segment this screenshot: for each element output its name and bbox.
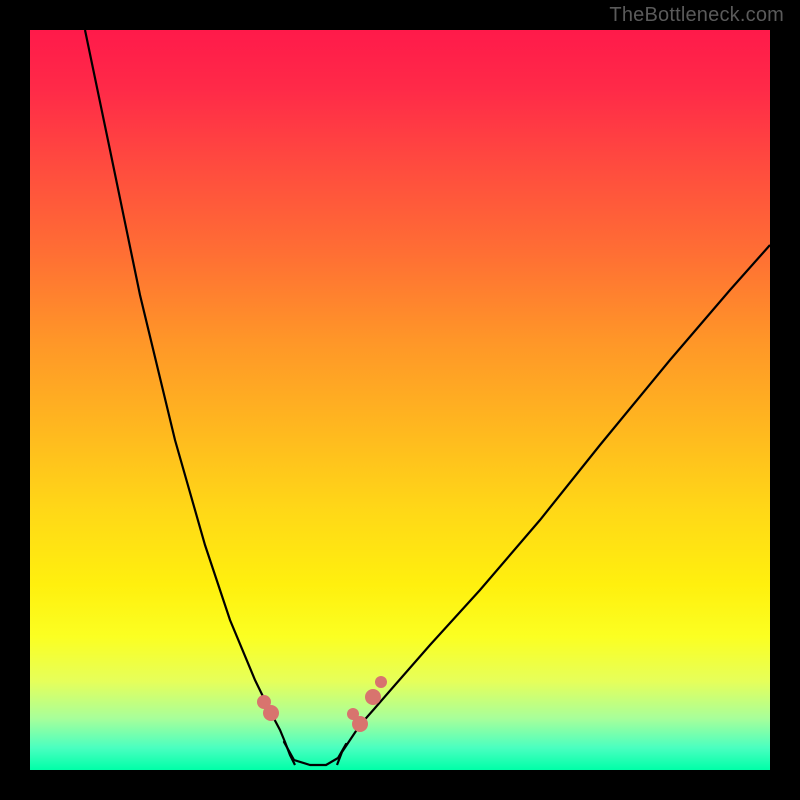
left-branch-path bbox=[85, 30, 295, 765]
marker-right-dot-3 bbox=[365, 689, 381, 705]
watermark-text: TheBottleneck.com bbox=[609, 4, 784, 27]
marker-left-dot-2 bbox=[257, 695, 271, 709]
right-branch-path bbox=[337, 245, 770, 765]
bottleneck-curve bbox=[30, 30, 770, 770]
plot-area bbox=[30, 30, 770, 770]
chart-frame: TheBottleneck.com bbox=[0, 0, 800, 800]
marker-right-dot-4 bbox=[375, 676, 387, 688]
marker-right-dot-2 bbox=[347, 708, 359, 720]
